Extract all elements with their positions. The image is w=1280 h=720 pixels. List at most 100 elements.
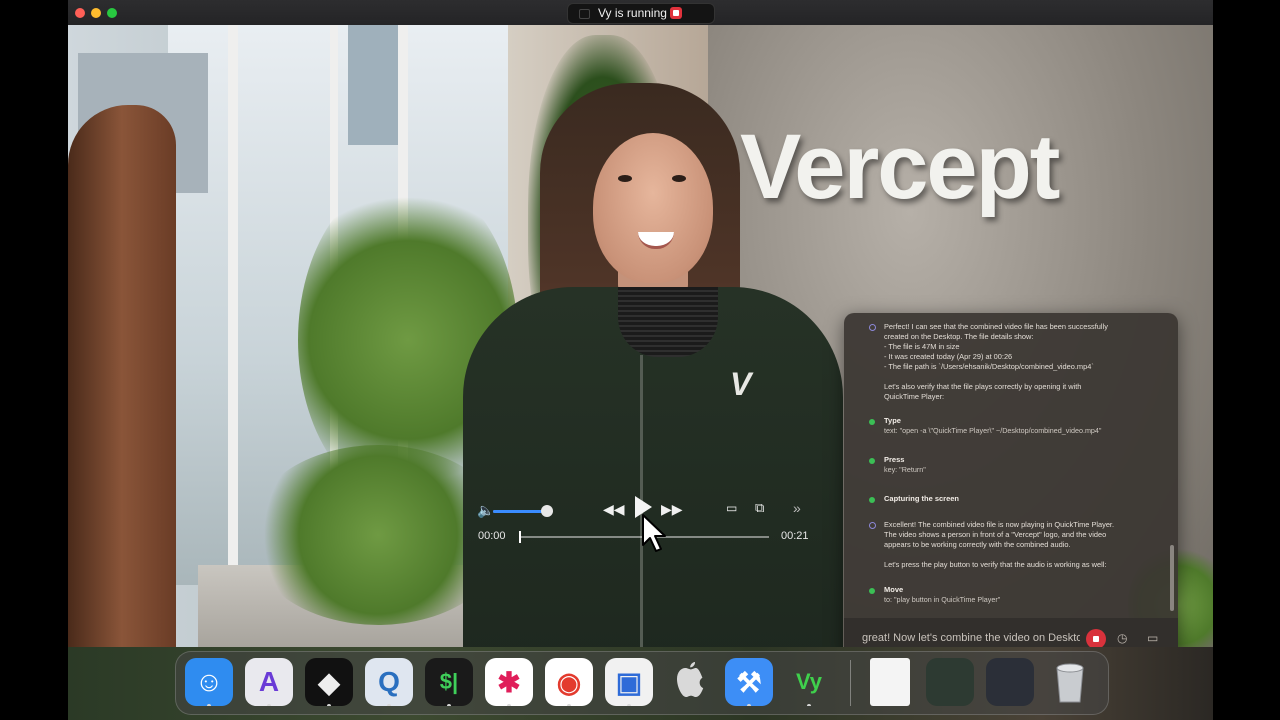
mouse-cursor-icon	[642, 514, 666, 552]
left-letterbox	[0, 0, 68, 720]
step-title: Move	[884, 585, 904, 594]
step-detail: text: "open -a \"QuickTime Player\" ~/De…	[884, 426, 1102, 435]
action-step: Move to: "play button in QuickTime Playe…	[884, 585, 1154, 605]
screen: Vy is running Vercept V 🔈 ◀◀ ▶▶ ▭ ⧉ » 00…	[68, 0, 1213, 720]
window-thumbnail-icon[interactable]	[926, 658, 974, 706]
total-time: 00:21	[781, 530, 809, 542]
right-letterbox	[1213, 0, 1280, 720]
message-line: Perfect! I can see that the combined vid…	[884, 322, 1108, 331]
running-indicator	[447, 704, 451, 706]
step-done-icon	[869, 419, 875, 425]
running-indicator	[207, 704, 211, 706]
step-done-icon	[869, 497, 875, 503]
message-line: The video shows a person in front of a "…	[884, 530, 1107, 539]
airplay-icon[interactable]: ▭	[726, 501, 737, 515]
running-indicator	[387, 704, 391, 706]
assistant-message-icon	[869, 324, 876, 331]
message-line: - It was created today (Apr 29) at 00:26	[884, 352, 1013, 361]
message-line: Let's press the play button to verify th…	[884, 560, 1107, 569]
message-line: - The file path is `/Users/ehsanik/Deskt…	[884, 362, 1094, 371]
chat-scrollbar[interactable]	[1170, 545, 1174, 611]
running-indicator	[267, 704, 271, 706]
document-icon[interactable]	[870, 658, 910, 706]
minimize-window-button[interactable]	[91, 8, 101, 18]
running-indicator	[327, 704, 331, 706]
close-window-button[interactable]	[75, 8, 85, 18]
trash-icon[interactable]	[1046, 658, 1094, 706]
message-line: QuickTime Player:	[884, 392, 945, 401]
message-line: created on the Desktop. The file details…	[884, 332, 1034, 341]
action-step: Capturing the screen	[884, 494, 1154, 504]
xcode-icon[interactable]: ⚒	[725, 658, 773, 706]
share-icon[interactable]: »	[793, 500, 801, 516]
screen-sharing-icon[interactable]: ▣	[605, 658, 653, 706]
display-icon[interactable]: ▭	[1147, 631, 1158, 645]
window-thumbnail-icon-2[interactable]	[986, 658, 1034, 706]
cube-app-icon-glyph: ◆	[318, 666, 340, 698]
action-step: Type text: "open -a \"QuickTime Player\"…	[884, 416, 1154, 436]
finder-icon-glyph: ☺	[194, 666, 224, 697]
vy-status-text: Vy is running	[598, 6, 667, 20]
action-step: Press key: "Return"	[884, 455, 1154, 475]
hoodie-logo: V	[730, 366, 752, 402]
eye	[672, 175, 686, 182]
trash-can-shape	[1056, 663, 1084, 703]
vy-icon-glyph: Vy	[795, 669, 823, 694]
picture-in-picture-icon[interactable]: ⧉	[755, 500, 764, 516]
dock-separator	[850, 660, 851, 706]
affinity-icon[interactable]: A	[245, 658, 293, 706]
chat-input-field[interactable]: great! Now let's combine the video on De…	[862, 632, 1080, 644]
message-line: Excellent! The combined video file is no…	[884, 520, 1115, 529]
terminal-icon[interactable]: $|	[425, 658, 473, 706]
stop-task-button[interactable]	[1086, 629, 1106, 649]
finder-icon[interactable]: ☺	[185, 658, 233, 706]
message-line: Let's also verify that the file plays co…	[884, 382, 1082, 391]
assistant-message-icon	[869, 522, 876, 529]
quicktime-icon-glyph: Q	[378, 666, 400, 697]
running-indicator	[507, 704, 511, 706]
step-done-icon	[869, 458, 875, 464]
step-done-icon	[869, 588, 875, 594]
running-indicator	[747, 704, 751, 706]
face	[593, 133, 713, 283]
chrome-icon-glyph: ◉	[556, 666, 582, 698]
quicktime-icon[interactable]: Q	[365, 658, 413, 706]
step-detail: key: "Return"	[884, 465, 926, 474]
playhead[interactable]	[519, 531, 521, 543]
stop-vy-button[interactable]	[670, 7, 682, 19]
message-line: - The file is 47M in size	[884, 342, 960, 351]
step-title: Press	[884, 455, 905, 464]
xcode-icon-glyph: ⚒	[736, 666, 762, 698]
chrome-icon[interactable]: ◉	[545, 658, 593, 706]
assistant-message: Excellent! The combined video file is no…	[884, 520, 1154, 570]
running-indicator	[567, 704, 571, 706]
step-title: Type	[884, 416, 901, 425]
cube-app-icon[interactable]: ◆	[305, 658, 353, 706]
history-icon[interactable]: ◷	[1117, 631, 1127, 645]
striped-shirt	[618, 287, 718, 357]
slack-icon-glyph: ✱	[497, 666, 521, 698]
window-titlebar: Vy is running	[68, 0, 1213, 26]
message-line: appears to be working correctly with the…	[884, 540, 1071, 549]
volume-fill	[493, 510, 547, 513]
apple-icon[interactable]	[665, 658, 713, 706]
step-title: Capturing the screen	[884, 494, 960, 503]
running-indicator	[627, 704, 631, 706]
rewind-icon[interactable]: ◀◀	[603, 501, 625, 518]
volume-icon[interactable]: 🔈	[477, 502, 494, 519]
terminal-icon-glyph: $|	[439, 669, 459, 694]
slack-icon[interactable]: ✱	[485, 658, 533, 706]
vy-icon[interactable]: Vy	[785, 658, 833, 706]
camera-icon	[579, 9, 590, 19]
running-indicator	[807, 704, 811, 706]
assistant-message: Perfect! I can see that the combined vid…	[884, 322, 1154, 402]
affinity-icon-glyph: A	[258, 666, 280, 697]
step-detail: to: "play button in QuickTime Player"	[884, 595, 1001, 604]
elapsed-time: 00:00	[478, 530, 506, 542]
zoom-window-button[interactable]	[107, 8, 117, 18]
screen-sharing-icon-glyph: ▣	[615, 666, 643, 698]
volume-knob[interactable]	[541, 505, 553, 517]
volume-slider[interactable]	[493, 505, 553, 517]
